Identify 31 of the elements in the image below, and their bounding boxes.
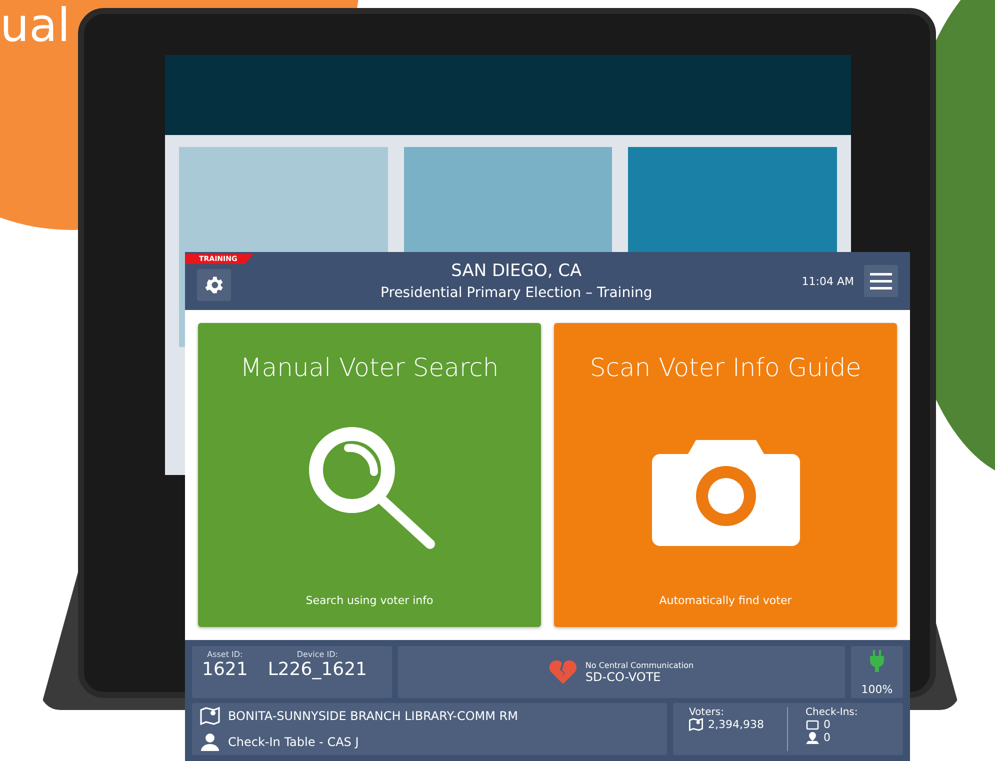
clock-time: 11:04 AM <box>802 274 854 288</box>
location-name: BONITA-SUNNYSIDE BRANCH LIBRARY-COMM RM <box>228 709 518 723</box>
asset-label: Asset ID: <box>207 650 243 659</box>
menu-button[interactable] <box>864 265 898 297</box>
tablet-icon <box>806 720 818 730</box>
power-reading: 100% <box>861 683 893 696</box>
voters-count: 2,394,938 <box>708 718 764 731</box>
county-title: SAN DIEGO, CA <box>451 261 582 281</box>
settings-button[interactable] <box>197 269 231 301</box>
device-value: L226_1621 <box>268 659 368 680</box>
map-pin-icon <box>200 707 220 725</box>
asset-value: 1621 <box>202 659 248 680</box>
manual-search-tile[interactable]: Manual Voter Search Search using voter info <box>198 323 541 627</box>
device-checkins: 0 <box>824 718 830 731</box>
menu-icon <box>870 272 892 290</box>
map-pin-icon <box>689 718 703 731</box>
device-label: Device ID: <box>296 650 338 659</box>
person-icon <box>200 733 220 751</box>
settings-icon <box>203 274 225 296</box>
location-pin-icon <box>806 732 818 744</box>
site-checkins: 0 <box>824 731 830 744</box>
checkins-label: Check-Ins: <box>806 707 859 718</box>
broken-heart-icon <box>549 660 578 684</box>
plug-icon <box>870 650 884 672</box>
scan-guide-tile[interactable]: Scan Voter Info Guide Automatically find voter <box>554 323 897 627</box>
election-subtitle: Presidential Primary Election – Training <box>380 285 652 301</box>
server-name: SD-CO-VOTE <box>585 670 662 684</box>
voters-label: Voters: <box>689 707 725 718</box>
table-name: Check-In Table - CAS J <box>228 735 359 749</box>
communication-status: No Central Communication <box>585 660 694 670</box>
heading-text: ual <box>0 2 70 48</box>
